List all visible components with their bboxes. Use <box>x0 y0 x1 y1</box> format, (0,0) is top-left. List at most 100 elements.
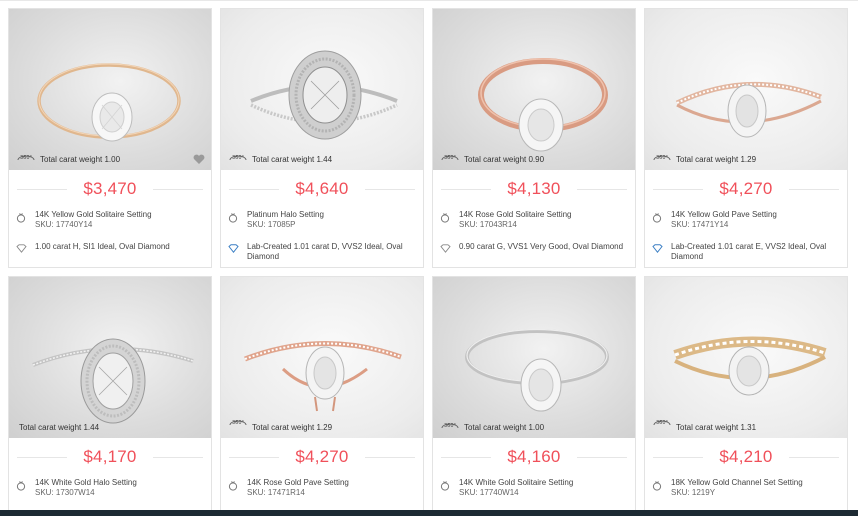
diamond-info[interactable]: 0.90 carat G, VVS1 Very Good, Oval Diamo… <box>433 242 635 253</box>
setting-name[interactable]: 14K Rose Gold Pave Setting <box>247 478 417 488</box>
total-carat-weight: Total carat weight 1.44 <box>252 155 333 164</box>
svg-text:360°: 360° <box>444 155 457 161</box>
360-view-icon[interactable]: 360° <box>227 416 249 430</box>
ring-setting-icon <box>440 481 450 491</box>
total-carat-weight: Total carat weight 0.90 <box>464 155 545 164</box>
setting-name[interactable]: 14K Yellow Gold Solitaire Setting <box>35 210 205 220</box>
price-row: $4,170 <box>9 438 211 476</box>
total-carat-weight: Total carat weight 1.00 <box>40 155 121 164</box>
svg-text:360°: 360° <box>232 155 245 161</box>
price[interactable]: $4,130 <box>507 179 560 199</box>
ring-image <box>478 58 608 152</box>
setting-info[interactable]: 14K Yellow Gold Pave Setting SKU: 17471Y… <box>645 210 847 234</box>
price-row: $4,270 <box>221 438 423 476</box>
setting-name[interactable]: Platinum Halo Setting <box>247 210 417 220</box>
product-card[interactable]: 360° Total carat weight 1.00 $3,470 14K … <box>8 8 212 268</box>
svg-text:360°: 360° <box>444 423 457 429</box>
product-card[interactable]: 360° Total carat weight 1.29 $4,270 14K … <box>644 8 848 268</box>
setting-name[interactable]: 14K White Gold Halo Setting <box>35 478 205 488</box>
setting-info[interactable]: 14K White Gold Halo Setting SKU: 17307W1… <box>9 478 211 502</box>
setting-info[interactable]: 14K Rose Gold Solitaire Setting SKU: 170… <box>433 210 635 234</box>
price-row: $4,210 <box>645 438 847 476</box>
product-card[interactable]: Total carat weight 1.44 $4,170 14K White… <box>8 276 212 516</box>
ring-image <box>37 63 181 142</box>
product-card[interactable]: 360° Total carat weight 0.90 $4,130 14K … <box>432 8 636 268</box>
diamond-outline-icon <box>440 244 451 253</box>
top-divider <box>0 0 858 1</box>
diamond-info[interactable]: 1.00 carat H, SI1 Ideal, Oval Diamond <box>9 242 211 253</box>
price[interactable]: $4,170 <box>83 447 136 467</box>
total-carat-weight: Total carat weight 1.44 <box>19 423 100 432</box>
price[interactable]: $4,270 <box>719 179 772 199</box>
product-card[interactable]: 360° Total carat weight 1.00 $4,160 14K … <box>432 276 636 516</box>
setting-info[interactable]: 18K Yellow Gold Channel Set Setting SKU:… <box>645 478 847 502</box>
setting-sku: SKU: 17085P <box>247 220 296 229</box>
product-card[interactable]: 360° Total carat weight 1.31 $4,210 18K … <box>644 276 848 516</box>
total-carat-weight: Total carat weight 1.31 <box>676 423 757 432</box>
total-carat-weight: Total carat weight 1.29 <box>676 155 757 164</box>
lab-diamond-icon <box>228 244 239 253</box>
price[interactable]: $3,470 <box>83 179 136 199</box>
svg-text:360°: 360° <box>656 155 669 161</box>
price[interactable]: $4,640 <box>295 179 348 199</box>
setting-info[interactable]: 14K Rose Gold Pave Setting SKU: 17471R14 <box>221 478 423 502</box>
ring-setting-icon <box>228 481 238 491</box>
ring-image <box>465 328 609 412</box>
price[interactable]: $4,210 <box>719 447 772 467</box>
diamond-outline-icon <box>16 244 27 253</box>
price[interactable]: $4,270 <box>295 447 348 467</box>
product-image[interactable]: 360° Total carat weight 1.00 <box>433 277 635 438</box>
ring-setting-icon <box>228 213 238 223</box>
product-image[interactable]: 360° Total carat weight 1.29 <box>221 277 423 438</box>
ring-setting-icon <box>440 213 450 223</box>
product-card[interactable]: 360° Total carat weight 1.29 $4,270 14K … <box>220 276 424 516</box>
product-card[interactable]: 360° Total carat weight 1.44 $4,640 Plat… <box>220 8 424 268</box>
price[interactable]: $4,160 <box>507 447 560 467</box>
total-carat-weight: Total carat weight 1.00 <box>464 423 545 432</box>
360-view-icon[interactable]: 360° <box>15 151 37 165</box>
360-view-icon[interactable]: 360° <box>651 416 673 430</box>
setting-sku: SKU: 17307W14 <box>35 488 95 497</box>
360-view-icon[interactable]: 360° <box>651 151 673 165</box>
ring-image <box>32 338 194 424</box>
svg-text:360°: 360° <box>20 155 33 161</box>
setting-name[interactable]: 14K Yellow Gold Pave Setting <box>671 210 841 220</box>
360-view-icon[interactable]: 360° <box>439 151 461 165</box>
svg-text:360°: 360° <box>656 420 669 426</box>
diamond-description[interactable]: Lab-Created 1.01 carat D, VVS2 Ideal, Ov… <box>247 242 417 262</box>
diamond-description[interactable]: 1.00 carat H, SI1 Ideal, Oval Diamond <box>35 242 205 252</box>
price-row: $4,640 <box>221 170 423 208</box>
ring-image <box>673 336 827 396</box>
setting-name[interactable]: 18K Yellow Gold Channel Set Setting <box>671 478 841 488</box>
product-image[interactable]: Total carat weight 1.44 <box>9 277 211 438</box>
product-image[interactable]: 360° Total carat weight 0.90 <box>433 9 635 170</box>
setting-sku: SKU: 1219Y <box>671 488 716 497</box>
360-view-icon[interactable]: 360° <box>227 151 249 165</box>
diamond-info[interactable]: Lab-Created 1.01 carat E, VVS2 Ideal, Ov… <box>645 242 847 262</box>
product-image[interactable]: 360° Total carat weight 1.29 <box>645 9 847 170</box>
setting-info[interactable]: 14K Yellow Gold Solitaire Setting SKU: 1… <box>9 210 211 234</box>
product-image[interactable]: 360° Total carat weight 1.00 <box>9 9 211 170</box>
product-image[interactable]: 360° Total carat weight 1.44 <box>221 9 423 170</box>
product-image[interactable]: 360° Total carat weight 1.31 <box>645 277 847 438</box>
favorite-heart-icon[interactable] <box>193 154 205 165</box>
price-row: $4,130 <box>433 170 635 208</box>
lab-diamond-icon <box>652 244 663 253</box>
price-row: $4,160 <box>433 438 635 476</box>
price-row: $4,270 <box>645 170 847 208</box>
total-carat-weight: Total carat weight 1.29 <box>252 423 333 432</box>
diamond-description[interactable]: 0.90 carat G, VVS1 Very Good, Oval Diamo… <box>459 242 629 252</box>
diamond-description[interactable]: Lab-Created 1.01 carat E, VVS2 Ideal, Ov… <box>671 242 841 262</box>
setting-info[interactable]: 14K White Gold Solitaire Setting SKU: 17… <box>433 478 635 502</box>
ring-setting-icon <box>16 213 26 223</box>
ring-image <box>675 81 822 138</box>
setting-info[interactable]: Platinum Halo Setting SKU: 17085P <box>221 210 423 234</box>
ring-image <box>250 50 398 140</box>
diamond-info[interactable]: Lab-Created 1.01 carat D, VVS2 Ideal, Ov… <box>221 242 423 262</box>
360-view-icon[interactable]: 360° <box>439 419 461 433</box>
ring-image <box>244 341 402 412</box>
ring-setting-icon <box>16 481 26 491</box>
setting-name[interactable]: 14K Rose Gold Solitaire Setting <box>459 210 629 220</box>
setting-sku: SKU: 17740W14 <box>459 488 519 497</box>
setting-name[interactable]: 14K White Gold Solitaire Setting <box>459 478 629 488</box>
